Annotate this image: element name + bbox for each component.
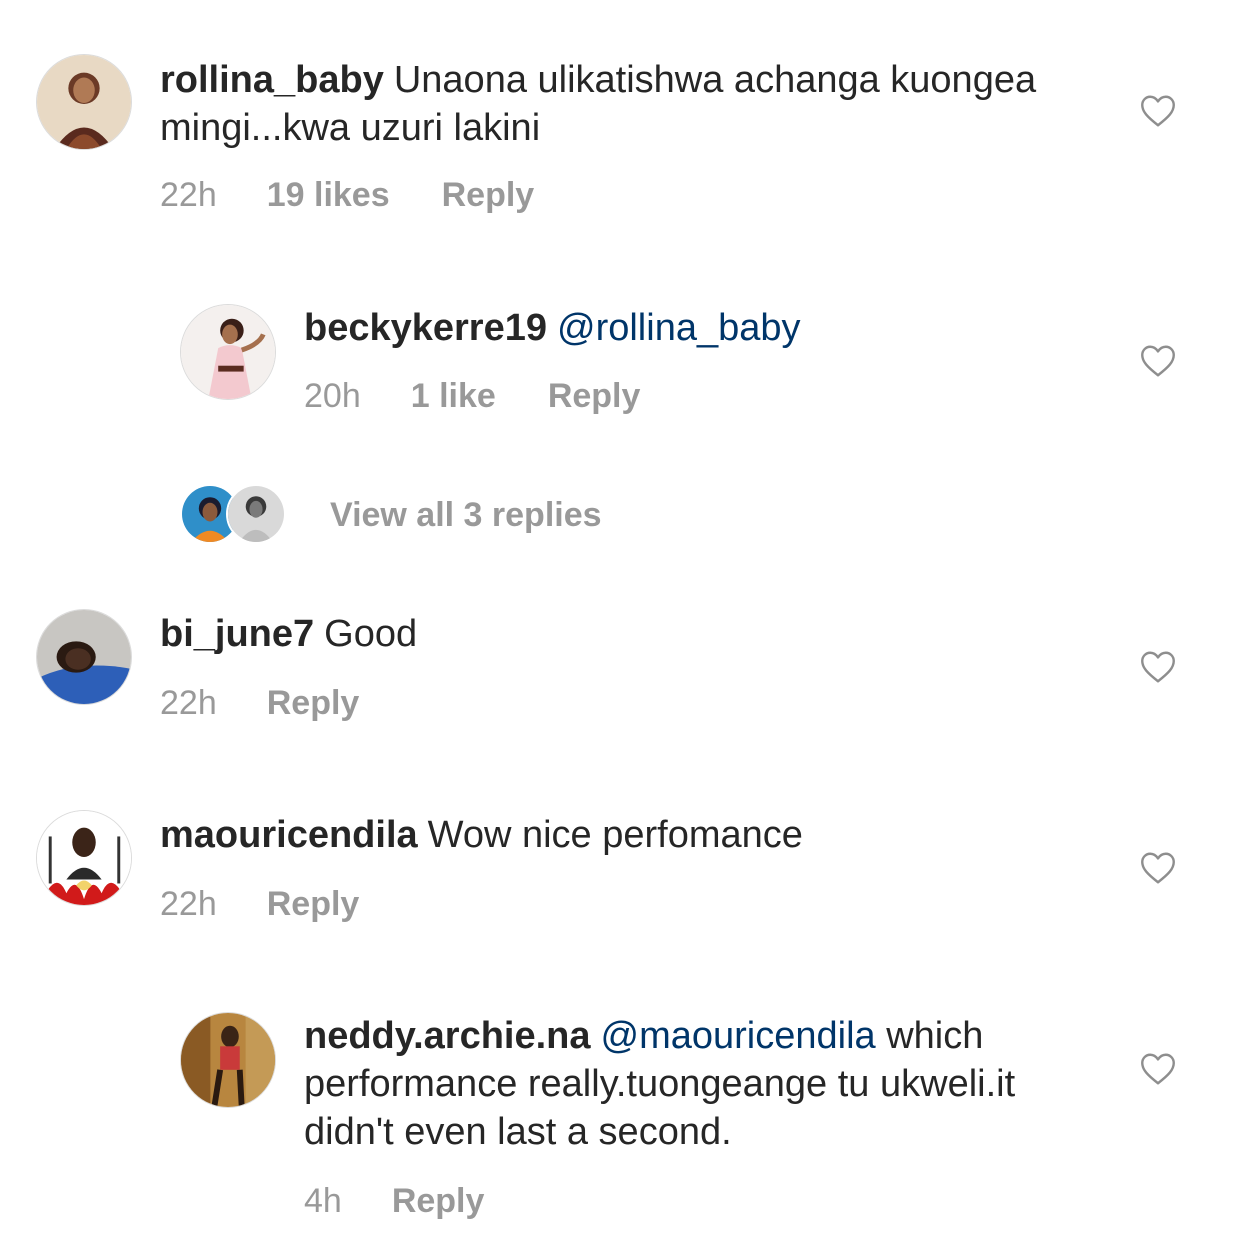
comment-time[interactable]: 22h [160, 684, 217, 723]
comment-text: bi_june7 Good [160, 610, 1080, 658]
reply-button[interactable]: Reply [267, 684, 360, 723]
heart-outline-icon[interactable] [1140, 344, 1176, 378]
comment-text: maouricendila Wow nice perfomance [160, 811, 1080, 859]
comment-meta: 22h Reply [160, 684, 359, 723]
comment-username[interactable]: beckykerre19 [304, 307, 547, 349]
avatar[interactable] [36, 54, 132, 150]
comment-body: Good [324, 613, 418, 655]
reply-button[interactable]: Reply [442, 176, 535, 215]
comment-mention[interactable]: @maouricendila [601, 1015, 876, 1057]
reply-button[interactable]: Reply [392, 1182, 485, 1221]
view-all-replies-link[interactable]: View all 3 replies [330, 496, 602, 535]
comment-time[interactable]: 22h [160, 176, 217, 215]
comment-time[interactable]: 4h [304, 1182, 342, 1221]
comment-meta: 22h Reply [160, 885, 359, 924]
comment-username[interactable]: rollina_baby [160, 59, 384, 101]
comment-meta: 22h 19 likes Reply [160, 176, 534, 215]
comment-text: beckykerre19 @rollina_baby [304, 304, 1084, 352]
comment-likes[interactable]: 19 likes [267, 176, 390, 215]
reply-button[interactable]: Reply [267, 885, 360, 924]
avatar[interactable] [36, 609, 132, 705]
avatar[interactable] [36, 810, 132, 906]
comment-mention[interactable]: @rollina_baby [557, 307, 801, 349]
comment-time[interactable]: 22h [160, 885, 217, 924]
comment-text: neddy.archie.na @maouricendila which perf… [304, 1012, 1094, 1156]
comment-meta: 4h Reply [304, 1182, 484, 1221]
comment-body: Wow nice perfomance [427, 814, 803, 856]
comment-username[interactable]: bi_june7 [160, 613, 314, 655]
avatar [226, 484, 286, 544]
heart-outline-icon[interactable] [1140, 650, 1176, 684]
comment-username[interactable]: neddy.archie.na [304, 1015, 591, 1057]
reply-avatars [180, 484, 290, 546]
reply-button[interactable]: Reply [548, 377, 641, 416]
comment-likes[interactable]: 1 like [411, 377, 496, 416]
comment-text: rollina_baby Unaona ulikatishwa achanga k… [160, 56, 1080, 152]
heart-outline-icon[interactable] [1140, 851, 1176, 885]
avatar[interactable] [180, 1012, 276, 1108]
comment-time[interactable]: 20h [304, 377, 361, 416]
heart-outline-icon[interactable] [1140, 94, 1176, 128]
comment-username[interactable]: maouricendila [160, 814, 418, 856]
comment-meta: 20h 1 like Reply [304, 377, 640, 416]
avatar[interactable] [180, 304, 276, 400]
heart-outline-icon[interactable] [1140, 1052, 1176, 1086]
view-replies-row[interactable]: View all 3 replies [180, 482, 602, 548]
